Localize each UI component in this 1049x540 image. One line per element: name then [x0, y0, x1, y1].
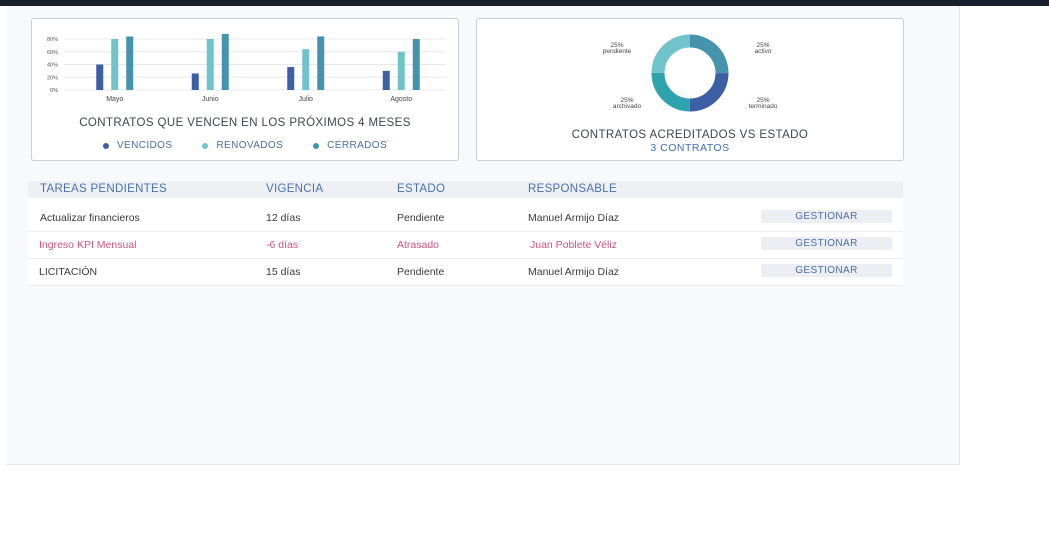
bar-cerrados [126, 36, 134, 90]
donut-chart: 25%activo25%terminado25%archivado25%pend… [603, 34, 778, 112]
y-tick-label: 0% [50, 88, 58, 94]
task-responsable: Juan Poblete Véliz [530, 239, 617, 251]
table-row: Ingreso KPI Mensual -6 días Atrasado Jua… [28, 231, 903, 259]
task-name: Ingreso KPI Mensual [39, 239, 137, 251]
bar-cerrados [317, 36, 325, 90]
pending-tasks-table: TAREAS PENDIENTES VIGENCIA ESTADO RESPON… [28, 181, 903, 286]
header-vigencia: VIGENCIA [266, 183, 324, 195]
dashboard-content: 0% 20% 40% 60% 80% Mayo Junio Julio Agosto CONTR… [6, 6, 960, 465]
legend-dot-icon [202, 142, 209, 149]
legend-item-renovados: RENOVADOS [202, 140, 283, 151]
task-responsable: Manuel Armijo Díaz [528, 266, 620, 278]
table-row: Actualizar financieros 12 días Pendiente… [28, 204, 903, 232]
bar-renovados [397, 51, 405, 90]
bar-renovados [302, 49, 310, 90]
x-tick-label: Junio [202, 96, 219, 103]
task-estado: Pendiente [397, 266, 445, 278]
legend-item-vencidos: VENCIDOS [102, 140, 173, 151]
task-responsable: Manuel Armijo Díaz [528, 212, 620, 224]
task-name: Actualizar financieros [40, 212, 140, 224]
slice-name-label: terminado [749, 103, 778, 110]
donut-chart-title: CONTRATOS ACREDITADOS VS ESTADO [571, 129, 809, 141]
task-vigencia: 12 días [266, 212, 301, 224]
legend-item-cerrados: CERRADOS [313, 140, 387, 151]
header-task: TAREAS PENDIENTES [40, 183, 167, 195]
legend-label: VENCIDOS [116, 140, 173, 151]
y-tick-label: 40% [47, 63, 58, 69]
donut-chart-subtitle: 3 CONTRATOS [650, 142, 730, 154]
gestionar-button[interactable]: GESTIONAR [761, 237, 892, 250]
y-tick-label: 20% [47, 75, 58, 81]
bar-vencidos [287, 67, 295, 90]
y-tick-label: 80% [47, 37, 58, 43]
x-tick-label: Mayo [106, 96, 123, 103]
contracts-expiring-card: 0% 20% 40% 60% 80% Mayo Junio Julio Agosto CONTR… [31, 18, 459, 161]
task-estado: Pendiente [397, 212, 445, 224]
legend-dot-icon [102, 142, 109, 149]
slice-name-label: activo [755, 48, 772, 55]
gestionar-button[interactable]: GESTIONAR [761, 210, 892, 223]
bar-vencidos [96, 64, 104, 90]
bar-vencidos [191, 73, 199, 90]
table-header: TAREAS PENDIENTES VIGENCIA ESTADO RESPON… [28, 181, 903, 198]
bar-chart-legend: VENCIDOS RENOVADOS CERRADOS [32, 140, 458, 151]
legend-dot-icon [313, 142, 320, 149]
task-vigencia: 15 días [266, 266, 301, 278]
legend-label: CERRADOS [327, 140, 388, 151]
table-row: LICITACIÓN 15 días Pendiente Manuel Armi… [28, 258, 903, 286]
header-responsable: RESPONSABLE [528, 183, 617, 195]
task-vigencia: -6 días [266, 239, 299, 251]
contracts-status-card: 25% activo 25% terminado 25% archivado 25% pend… [476, 18, 904, 161]
bar-renovados [206, 39, 214, 90]
task-estado: Atrasado [397, 239, 440, 251]
x-tick-label: Julio [299, 96, 314, 103]
bar-chart: 0% 20% 40% 60% 80% Mayo Junio Julio Agosto [47, 33, 446, 103]
legend-label: RENOVADOS [216, 140, 284, 151]
slice-name-label: pendiente [603, 48, 632, 55]
bar-renovados [111, 39, 119, 90]
bar-chart-title: CONTRATOS QUE VENCEN EN LOS PRÓXIMOS 4 M… [79, 117, 411, 129]
x-tick-label: Agosto [390, 96, 412, 103]
gestionar-button[interactable]: GESTIONAR [761, 264, 892, 277]
header-estado: ESTADO [397, 183, 446, 195]
bar-vencidos [382, 70, 390, 90]
slice-name-label: archivado [613, 103, 642, 110]
bar-cerrados [221, 33, 229, 90]
y-tick-label: 60% [47, 50, 58, 56]
task-name: LICITACIÓN [39, 266, 98, 278]
bar-cerrados [412, 39, 420, 90]
